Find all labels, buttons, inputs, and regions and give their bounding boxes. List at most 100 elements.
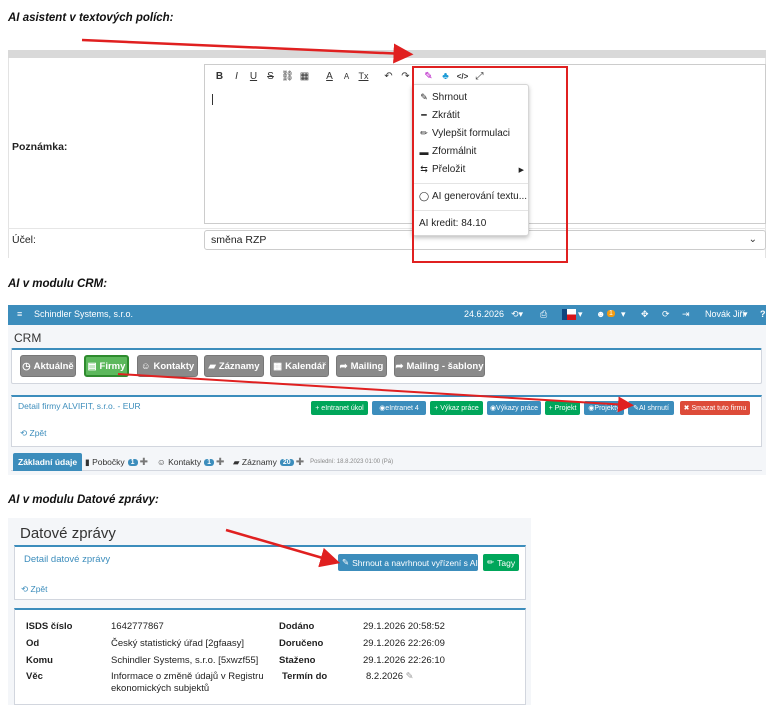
tab-kontakty[interactable]: ☺ Kontakty 1 ✚ — [152, 453, 229, 471]
logout-icon[interactable]: ⇥ — [682, 309, 690, 320]
button-label: Mailing — [350, 360, 384, 372]
share-icon: ➦ — [339, 360, 348, 372]
user-icon: ☺ — [140, 360, 151, 372]
users-icon[interactable]: ☻ — [596, 309, 605, 319]
nav-date: 24.6.2026 — [464, 309, 505, 319]
delete-company-button[interactable]: ✖ Smazat tuto firmu — [680, 401, 750, 415]
module-button-firmy[interactable]: ▤ Firmy — [84, 355, 129, 377]
ai-summary-button[interactable]: ✎ Shrnout a navrhnout vyřízení s AI — [338, 554, 478, 571]
menu-icon[interactable]: ≡ — [17, 309, 22, 319]
chevron-down-icon: ⌄ — [748, 234, 757, 245]
field-value: 29.1.2026 22:26:09 — [363, 638, 445, 649]
text-color-button[interactable]: A — [321, 67, 338, 85]
plus-icon[interactable]: ✚ — [216, 457, 224, 468]
calendar-icon: ▦ — [273, 360, 283, 372]
button-label: Mailing - šablony — [406, 360, 484, 372]
magic-wand-icon: ✎ — [342, 557, 350, 567]
add-eintranet-task-button[interactable]: + eIntranet úkol — [311, 401, 368, 415]
field-value: 8.2.2026 — [366, 671, 403, 682]
ai-summary-button[interactable]: ✎ AI shrnutí — [628, 401, 674, 415]
add-project-button[interactable]: + Projekt — [545, 401, 580, 415]
chevron-down-icon[interactable]: ▾ — [578, 309, 583, 320]
undo-button[interactable]: ↶ — [380, 67, 397, 85]
refresh-icon[interactable]: ⟳ — [662, 309, 670, 320]
notification-badge: 1 — [607, 310, 615, 317]
clear-format-button[interactable]: Tx — [355, 67, 372, 85]
field-key: Od — [26, 638, 40, 649]
print-icon[interactable]: ⎙ — [540, 309, 547, 320]
field-key: Věc — [26, 671, 43, 682]
button-label: Projekty — [594, 404, 620, 412]
last-record-note: Poslední: 18.8.2023 01:00 (Pá) — [310, 459, 394, 465]
button-label: Výkazy práce — [496, 404, 539, 412]
field-key: ISDS číslo — [26, 621, 73, 632]
chevron-down-icon[interactable]: ▾ — [743, 309, 748, 320]
button-label: eIntranet — [385, 404, 413, 412]
chevron-down-icon[interactable]: ▾ — [621, 309, 626, 320]
field-key: Staženo — [279, 655, 316, 666]
back-link[interactable]: ⟲ Zpět — [21, 584, 48, 595]
module-button-mailing[interactable]: ➦ Mailing — [336, 355, 387, 377]
button-label: AI shrnutí — [638, 404, 669, 412]
bold-button[interactable]: B — [211, 67, 228, 85]
tab-zaznamy[interactable]: ▰ Záznamy 20 ✚ Poslední: 18.8.2023 01:00 (P… — [228, 453, 398, 471]
tags-button[interactable]: ✏ Tagy — [483, 554, 519, 571]
field-value: 29.1.2026 20:58:52 — [363, 621, 445, 632]
folder-icon: ▰ — [233, 456, 240, 467]
italic-button[interactable]: I — [228, 67, 245, 85]
back-link[interactable]: ⟲ Zpět — [20, 428, 47, 439]
help-icon[interactable]: ? — [760, 309, 766, 319]
note-label: Poznámka: — [12, 141, 68, 153]
back-label: Zpět — [30, 584, 48, 594]
text-caret — [212, 94, 213, 105]
module-button-kalendar[interactable]: ▦ Kalendář — [270, 355, 329, 377]
add-work-report-button[interactable]: + Výkaz práce — [430, 401, 483, 415]
crm-top-nav: ≡ Schindler Systems, s.r.o. 24.6.2026 ⟲▾… — [8, 305, 766, 325]
strikethrough-button[interactable]: S — [262, 67, 279, 85]
plus-icon[interactable]: ✚ — [140, 457, 148, 468]
message-detail-title: Detail datové zprávy — [24, 554, 111, 565]
field-value: Informace o změně údajů v Registru ekono… — [111, 671, 264, 694]
folder-icon: ▰ — [208, 360, 216, 372]
button-label: Záznamy — [218, 360, 260, 372]
user-menu[interactable]: Novák Jiří — [705, 309, 745, 319]
sync-icon[interactable]: ⟲▾ — [511, 309, 523, 320]
field-value: Český statistický úřad [2gfaasy] — [111, 638, 245, 649]
back-icon: ⟲ — [21, 584, 29, 594]
form-top-bar — [8, 50, 766, 58]
expand-icon[interactable]: ✥ — [641, 309, 649, 320]
projects-button[interactable]: ◉ Projekty — [584, 401, 624, 415]
count-badge: 4 — [414, 404, 419, 412]
row-divider — [8, 228, 766, 229]
count-badge: 1 — [127, 458, 138, 466]
plus-icon[interactable]: ✚ — [296, 457, 304, 468]
module-button-zaznamy[interactable]: ▰ Záznamy — [204, 355, 264, 377]
underline-button[interactable]: U — [245, 67, 262, 85]
company-name: Schindler Systems, s.r.o. — [34, 309, 134, 319]
module-button-kontakty[interactable]: ☺ Kontakty — [137, 355, 198, 377]
button-label: Kontakty — [153, 360, 195, 372]
tab-label: Kontakty — [168, 457, 202, 467]
pencil-icon[interactable]: ✎ — [406, 671, 414, 682]
link-button[interactable]: ⛓ — [279, 67, 296, 85]
tab-label: Pobočky — [92, 457, 125, 467]
share-icon: ➦ — [395, 360, 404, 372]
purpose-label: Účel: — [12, 234, 36, 246]
table-button[interactable]: ▦ — [296, 67, 313, 85]
module-button-aktualne[interactable]: ◷ Aktuálně — [20, 355, 76, 377]
count-badge: 20 — [279, 458, 294, 466]
background-color-button[interactable]: A — [338, 67, 355, 85]
field-key: Dodáno — [279, 621, 315, 632]
tab-zakladni-udaje[interactable]: Základní údaje — [13, 453, 83, 471]
section-heading-crm: AI v modulu CRM: — [8, 278, 108, 290]
eintranet-button[interactable]: ◉ eIntranet 4 — [372, 401, 426, 415]
deadline-value[interactable]: 8.2.2026 ✎ — [366, 671, 414, 682]
tab-pobocky[interactable]: ▮ Pobočky 1 ✚ — [80, 453, 153, 471]
back-icon: ⟲ — [20, 428, 28, 438]
field-key: Komu — [26, 655, 53, 666]
page-title: Datové zprávy — [20, 525, 116, 542]
czech-flag-icon[interactable] — [562, 309, 576, 320]
section-heading-ds: AI v modulu Datové zprávy: — [8, 494, 159, 506]
module-button-mailing-sablony[interactable]: ➦ Mailing - šablony — [394, 355, 485, 377]
work-reports-button[interactable]: ◉ Výkazy práce — [487, 401, 541, 415]
